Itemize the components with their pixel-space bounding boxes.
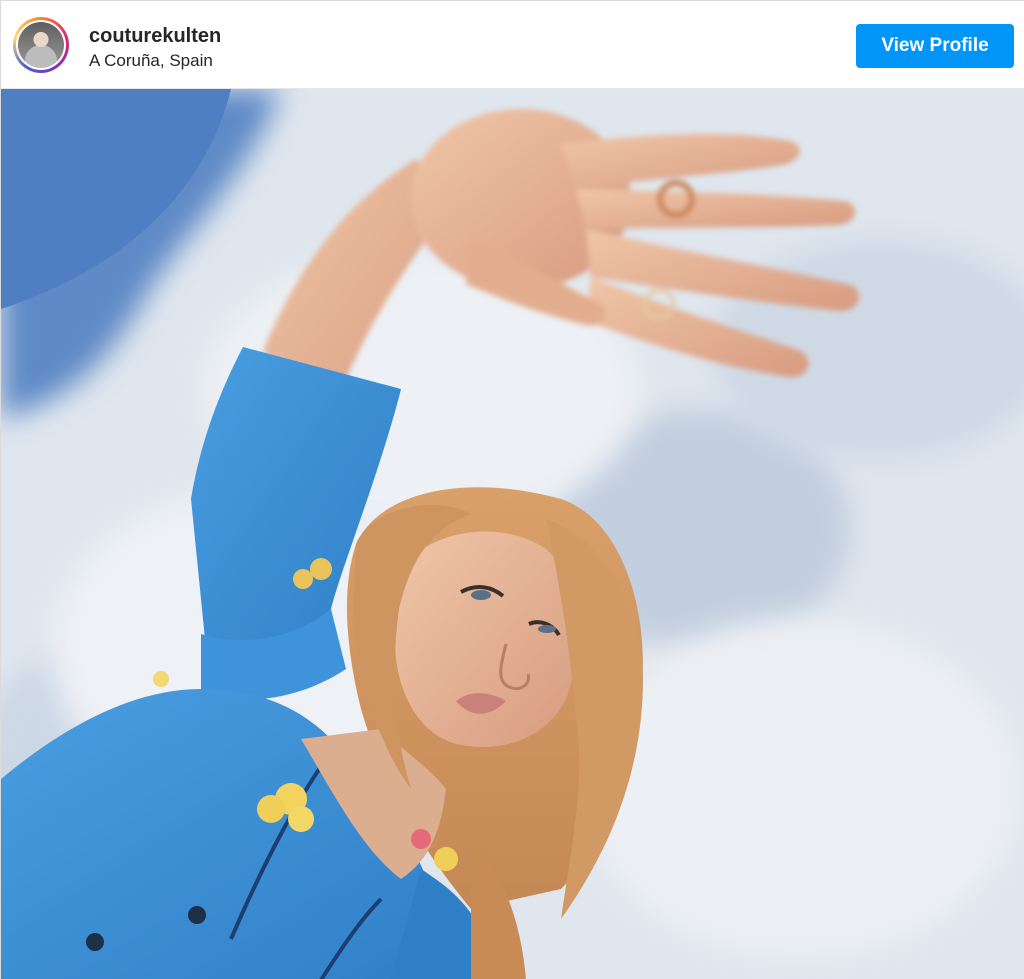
- post-header: couturekulten A Coruña, Spain View Profi…: [1, 1, 1024, 89]
- avatar[interactable]: [13, 17, 69, 73]
- avatar-inner: [16, 20, 66, 70]
- instagram-embed-post: couturekulten A Coruña, Spain View Profi…: [0, 0, 1024, 979]
- username[interactable]: couturekulten: [89, 25, 221, 48]
- view-profile-button[interactable]: View Profile: [856, 24, 1014, 68]
- location[interactable]: A Coruña, Spain: [89, 51, 213, 71]
- post-photo[interactable]: [1, 89, 1024, 979]
- profile-avatar-icon: [18, 22, 64, 68]
- photo-illustration: [1, 89, 1024, 979]
